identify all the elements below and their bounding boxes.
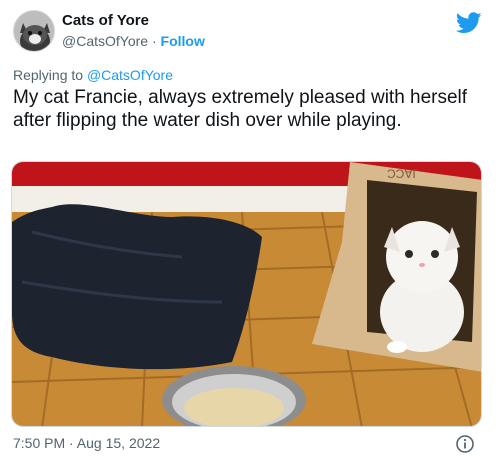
twitter-bird-icon[interactable] (456, 12, 482, 34)
display-name[interactable]: Cats of Yore (62, 12, 149, 29)
tweet-card: Cats of Yore @CatsOfYore · Follow Replyi… (0, 0, 500, 463)
tweet-text: My cat Francie, always extremely pleased… (13, 87, 468, 131)
follow-button[interactable]: Follow (161, 33, 205, 49)
handle-row: @CatsOfYore · Follow (62, 33, 205, 49)
handle[interactable]: @CatsOfYore (62, 33, 148, 49)
separator: · (148, 33, 161, 49)
replying-to-mention[interactable]: @CatsOfYore (87, 67, 173, 83)
cat-in-box-photo: ƆƆ∀Γ (12, 162, 481, 426)
replying-prefix: Replying to (13, 67, 87, 83)
info-icon[interactable] (455, 434, 475, 454)
replying-to-row: Replying to @CatsOfYore (13, 67, 173, 83)
avatar[interactable] (13, 10, 55, 52)
cat-avatar-icon (14, 11, 54, 51)
svg-text:ƆƆ∀Γ: ƆƆ∀Γ (387, 167, 420, 181)
tweet-photo[interactable]: ƆƆ∀Γ (11, 161, 482, 427)
timestamp[interactable]: 7:50 PM · Aug 15, 2022 (13, 435, 160, 451)
